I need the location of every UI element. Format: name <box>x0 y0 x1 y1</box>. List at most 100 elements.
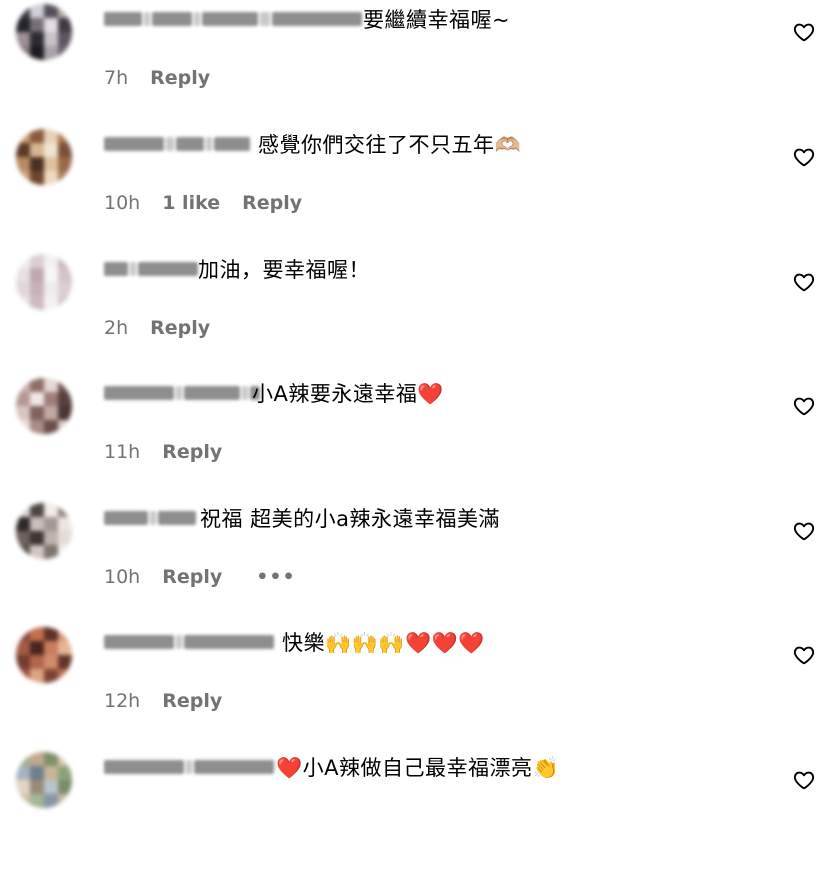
username[interactable] <box>104 135 250 153</box>
comment-text: 感覺你們交往了不只五年🫶🏼 <box>258 133 522 157</box>
reply-button[interactable]: Reply <box>150 66 210 90</box>
comment-item: 小A辣要永遠幸福❤️ 11h Reply <box>0 378 836 502</box>
avatar-pixel <box>30 641 44 655</box>
avatar-pixel <box>44 4 58 18</box>
timestamp: 2h <box>104 317 129 339</box>
avatar-pixel <box>44 157 58 171</box>
avatar-pixel <box>44 517 58 531</box>
comment-item: 加油，要幸福喔！ 2h Reply <box>0 254 836 378</box>
avatar[interactable] <box>16 378 72 434</box>
avatar-pixel <box>44 655 58 669</box>
username[interactable] <box>104 260 198 278</box>
avatar-pixel <box>58 4 72 18</box>
comment-text: 祝福 超美的小a辣永遠幸福美滿 <box>200 507 501 531</box>
avatar-pixel <box>58 46 72 60</box>
avatar-pixel <box>44 406 58 420</box>
avatar-pixel <box>16 794 30 808</box>
username[interactable] <box>104 10 362 28</box>
avatar-pixel <box>30 268 44 282</box>
heart-icon[interactable] <box>792 270 816 294</box>
reply-button[interactable]: Reply <box>162 440 222 464</box>
avatar-pixel <box>30 4 44 18</box>
comment-meta: 11h Reply <box>104 440 222 464</box>
reply-button[interactable]: Reply <box>162 565 222 589</box>
timestamp: 12h <box>104 690 141 712</box>
heart-icon[interactable] <box>792 20 816 44</box>
avatar-pixel <box>16 32 30 46</box>
timestamp: 10h <box>104 192 141 214</box>
comment-meta: 2h Reply <box>104 316 210 340</box>
heart-icon[interactable] <box>792 394 816 418</box>
avatar-pixel <box>16 655 30 669</box>
timestamp: 11h <box>104 441 141 463</box>
avatar-pixel <box>30 157 44 171</box>
avatar-pixel <box>30 129 44 143</box>
avatar-pixel <box>30 420 44 434</box>
avatar-pixel <box>58 545 72 559</box>
reply-button[interactable]: Reply <box>242 191 302 215</box>
avatar-pixel <box>16 18 30 32</box>
avatar[interactable] <box>16 129 72 185</box>
avatar-pixel <box>30 627 44 641</box>
avatar-pixel <box>16 406 30 420</box>
avatar-pixel <box>58 157 72 171</box>
avatar-pixel <box>16 420 30 434</box>
avatar-pixel <box>44 171 58 185</box>
avatar-pixel <box>58 268 72 282</box>
avatar-pixel <box>44 420 58 434</box>
likes-count[interactable]: 1 like <box>162 191 220 215</box>
avatar-pixel <box>58 129 72 143</box>
avatar-pixel <box>58 282 72 296</box>
username[interactable] <box>104 509 196 527</box>
avatar[interactable] <box>16 627 72 683</box>
reply-button[interactable]: Reply <box>150 316 210 340</box>
avatar[interactable] <box>16 752 72 808</box>
avatar[interactable] <box>16 503 72 559</box>
avatar-pixel <box>44 143 58 157</box>
username[interactable] <box>104 384 260 402</box>
heart-icon[interactable] <box>792 145 816 169</box>
avatar-pixel <box>16 157 30 171</box>
heart-icon[interactable] <box>792 519 816 543</box>
avatar[interactable] <box>16 254 72 310</box>
avatar-pixel <box>16 627 30 641</box>
avatar-pixel <box>30 517 44 531</box>
more-options-icon[interactable]: ••• <box>256 565 295 589</box>
avatar-pixel <box>58 669 72 683</box>
avatar-pixel <box>30 669 44 683</box>
comment-meta: 7h Reply <box>104 66 210 90</box>
heart-icon[interactable] <box>792 768 816 792</box>
avatar-pixel <box>44 254 58 268</box>
comment-item: 感覺你們交往了不只五年🫶🏼 10h 1 like Reply <box>0 129 836 253</box>
avatar-pixel <box>58 517 72 531</box>
avatar-pixel <box>58 780 72 794</box>
avatar-pixel <box>16 503 30 517</box>
avatar-pixel <box>44 32 58 46</box>
comment-text: ❤️小A辣做自己最幸福漂亮👏 <box>276 756 560 780</box>
username[interactable] <box>104 633 274 651</box>
reply-button[interactable]: Reply <box>162 689 222 713</box>
avatar-pixel <box>16 766 30 780</box>
username[interactable] <box>104 758 274 776</box>
heart-icon[interactable] <box>792 643 816 667</box>
timestamp: 10h <box>104 566 141 588</box>
avatar-pixel <box>58 392 72 406</box>
avatar-pixel <box>44 780 58 794</box>
avatar-pixel <box>58 627 72 641</box>
avatar-pixel <box>30 392 44 406</box>
avatar[interactable] <box>16 4 72 60</box>
avatar-pixel <box>16 129 30 143</box>
avatar-pixel <box>16 171 30 185</box>
avatar-pixel <box>44 669 58 683</box>
avatar-pixel <box>16 780 30 794</box>
avatar-pixel <box>16 268 30 282</box>
avatar-pixel <box>44 129 58 143</box>
avatar-pixel <box>58 254 72 268</box>
avatar-pixel <box>30 378 44 392</box>
avatar-pixel <box>44 794 58 808</box>
avatar-pixel <box>58 406 72 420</box>
avatar-pixel <box>58 503 72 517</box>
avatar-pixel <box>16 531 30 545</box>
comment-text: 加油，要幸福喔！ <box>198 258 370 282</box>
avatar-pixel <box>58 655 72 669</box>
